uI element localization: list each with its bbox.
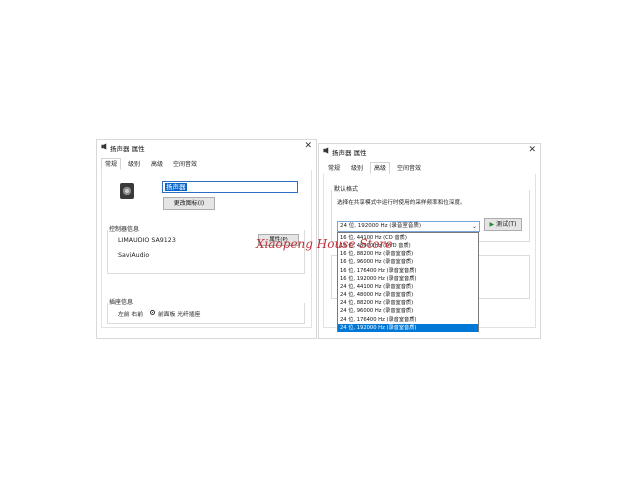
device-name-value: 扬声器 (165, 183, 187, 191)
jack-type: 前面板 光纤插座 (158, 312, 201, 318)
test-button-label: 测试(T) (496, 221, 517, 228)
tab-levels[interactable]: 级别 (348, 163, 366, 174)
format-option[interactable]: 16 位, 192000 Hz (录音室音质) (338, 275, 478, 283)
format-option[interactable]: 24 位, 192000 Hz (录音室音质) (338, 323, 478, 332)
speaker-icon (323, 147, 329, 154)
title-bar: 扬声器 属性 ✕ (319, 144, 540, 158)
watermark-text: Xiaopeng House Store (256, 237, 393, 251)
tab-strip: 常规 级别 高级 空间音效 (323, 161, 536, 175)
format-option[interactable]: 16 位, 96000 Hz (录音室音质) (338, 258, 478, 266)
front-panel-radio[interactable] (150, 310, 155, 315)
controller-vendor: SaviAudio (118, 252, 150, 259)
device-name-input[interactable]: 扬声器 (162, 181, 298, 193)
close-icon[interactable]: ✕ (528, 145, 536, 155)
change-icon-button[interactable]: 更改图标(I) (163, 197, 215, 210)
controller-name: LIMAUDIO SA9123 (118, 237, 176, 244)
format-select[interactable]: 24 位, 192000 Hz (录音室音质) ⌄ (337, 221, 480, 232)
tab-spatial-sound[interactable]: 空间音效 (170, 159, 200, 170)
format-description: 选择在共享模式中运行时使用的采样频率和位深度。 (337, 200, 466, 206)
format-option[interactable]: 16 位, 88200 Hz (录音室音质) (338, 250, 478, 258)
format-option[interactable]: 24 位, 96000 Hz (录音室音质) (338, 307, 478, 315)
window-title: 扬声器 属性 (110, 145, 145, 153)
format-option[interactable]: 24 位, 88200 Hz (录音室音质) (338, 299, 478, 307)
format-option[interactable]: 16 位, 176400 Hz (录音室音质) (338, 267, 478, 275)
title-bar: 扬声器 属性 ✕ (97, 140, 316, 154)
tab-spatial-sound[interactable]: 空间音效 (394, 163, 424, 174)
format-option[interactable]: 24 位, 176400 Hz (录音室音质) (338, 316, 478, 324)
format-select-value: 24 位, 192000 Hz (录音室音质) (340, 223, 422, 229)
play-icon: ▶ (489, 221, 495, 228)
tab-advanced[interactable]: 高级 (148, 159, 166, 170)
close-icon[interactable]: ✕ (304, 141, 312, 151)
tab-advanced[interactable]: 高级 (370, 162, 391, 174)
test-button[interactable]: ▶ 测试(T) (484, 218, 522, 231)
tab-levels[interactable]: 级别 (125, 159, 143, 170)
tab-general[interactable]: 常规 (101, 158, 122, 170)
format-option[interactable]: 24 位, 44100 Hz (录音室音质) (338, 283, 478, 291)
window-title: 扬声器 属性 (332, 149, 367, 157)
speaker-device-icon (120, 183, 134, 199)
format-option[interactable]: 24 位, 48000 Hz (录音室音质) (338, 291, 478, 299)
tab-strip: 常规 级别 高级 空间音效 (101, 157, 312, 171)
tab-general[interactable]: 常规 (325, 163, 343, 174)
speaker-icon (101, 143, 107, 150)
chevron-down-icon: ⌄ (471, 223, 477, 230)
jack-position: 左前 右前 (118, 312, 144, 318)
